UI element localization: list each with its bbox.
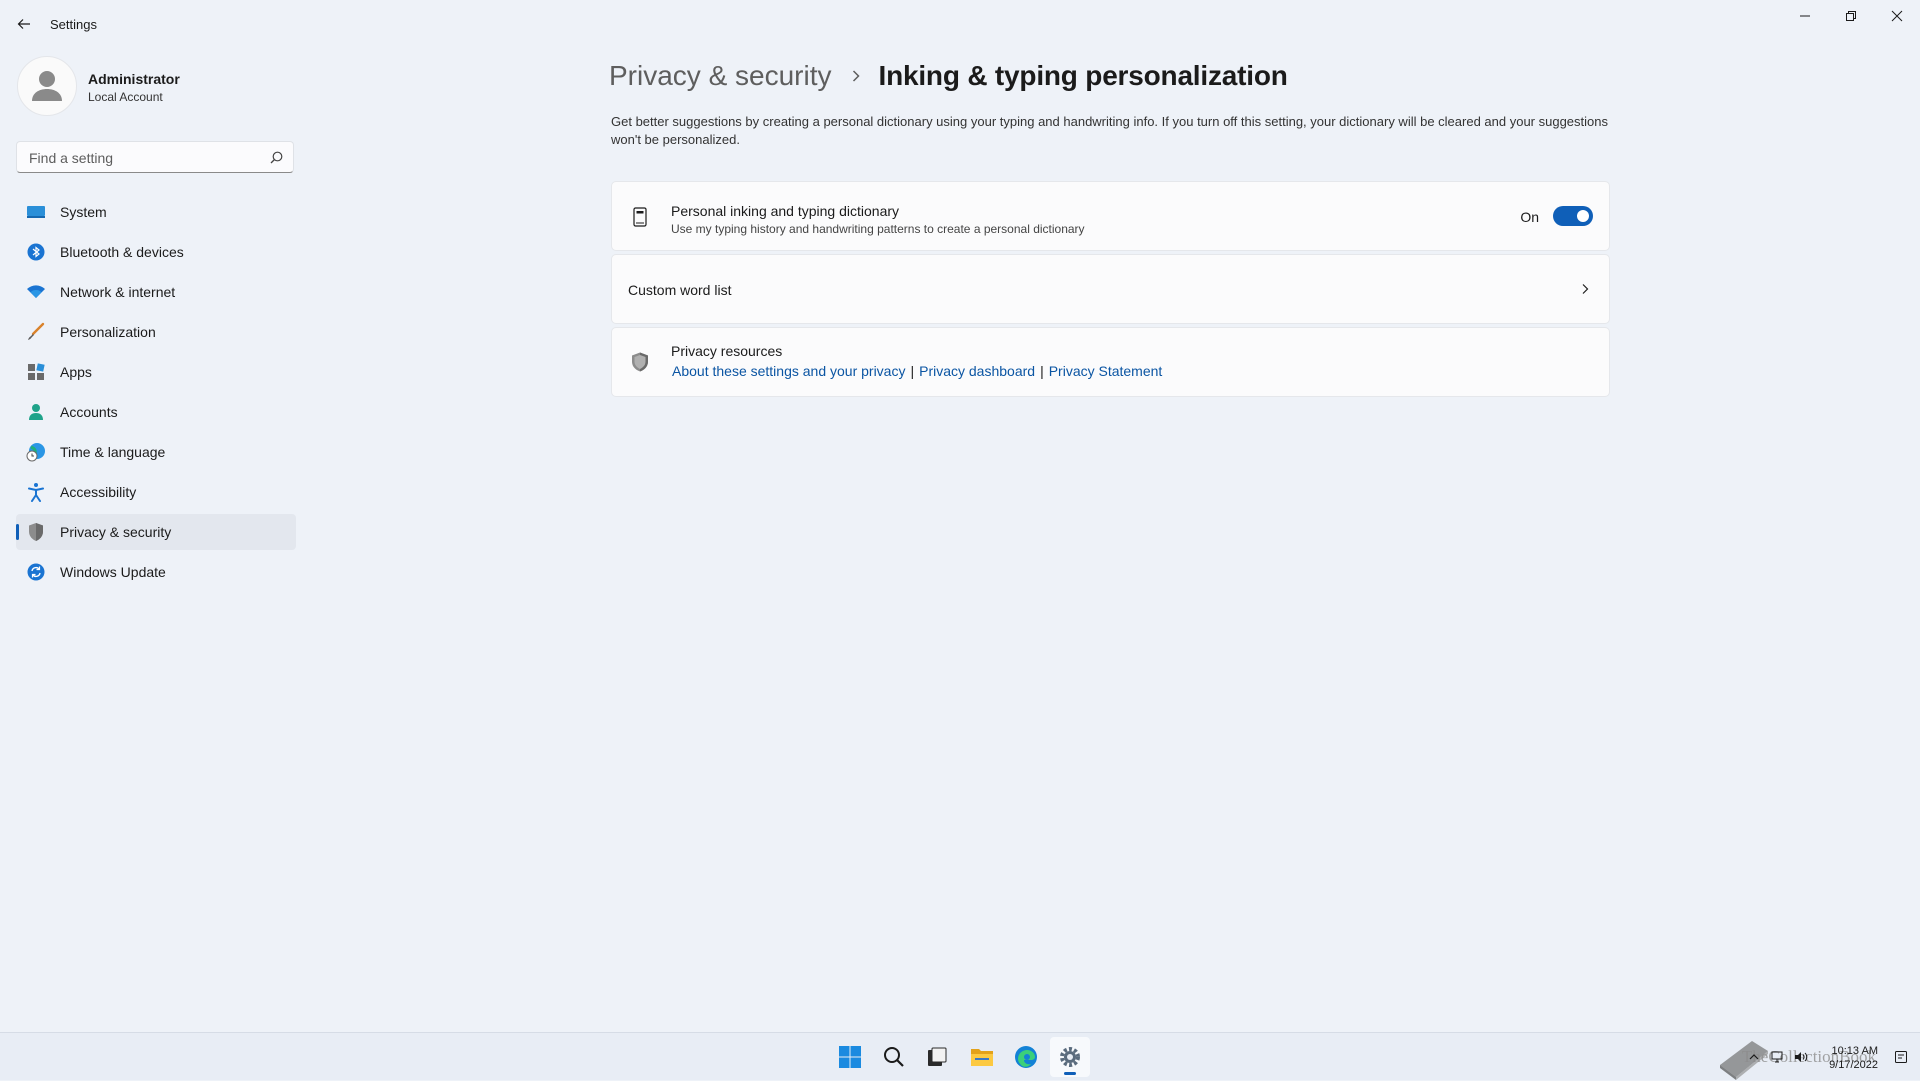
file-explorer-button[interactable] [962,1037,1002,1077]
minimize-icon [1800,15,1810,17]
globe-clock-icon [26,442,46,462]
chevron-right-icon [1582,284,1589,294]
start-icon [839,1046,861,1068]
task-view-button[interactable] [917,1037,957,1077]
search-icon [884,1047,904,1067]
sidebar-item-accounts[interactable]: Accounts [16,394,296,430]
user-profile[interactable]: Administrator Local Account [17,56,297,116]
sidebar-item-label: Personalization [60,324,156,340]
chevron-up-icon [1749,1054,1759,1060]
settings-taskbar-button[interactable] [1050,1037,1090,1077]
start-button[interactable] [830,1037,870,1077]
taskbar: TheCollectionBook 10:13 AM 9/17/2022 [0,1032,1920,1080]
chevron-right-icon [852,70,860,82]
taskbar-search-button[interactable] [874,1037,914,1077]
user-avatar-icon [32,71,62,101]
sidebar-item-label: Bluetooth & devices [60,244,184,260]
sidebar-item-windows-update[interactable]: Windows Update [16,554,296,590]
privacy-resources-card: Privacy resources About these settings a… [611,327,1610,397]
settings-icon [1060,1047,1080,1067]
page-title: Inking & typing personalization [878,60,1288,91]
close-button[interactable] [1874,0,1920,32]
back-button[interactable] [12,12,36,36]
active-app-indicator [1064,1072,1076,1075]
sidebar-item-privacy-security[interactable]: Privacy & security [16,514,296,550]
close-icon [1891,10,1903,22]
about-privacy-link[interactable]: About these settings and your privacy [672,363,905,379]
sidebar-item-network[interactable]: Network & internet [16,274,296,310]
clock[interactable]: 10:13 AM 9/17/2022 [1829,1044,1878,1072]
dictionary-toggle[interactable] [1553,206,1593,226]
link-separator: | [1040,363,1044,379]
dictionary-setting-title: Personal inking and typing dictionary [671,203,900,219]
sidebar-item-bluetooth[interactable]: Bluetooth & devices [16,234,296,270]
sidebar-item-label: Time & language [60,444,166,460]
sidebar-item-personalization[interactable]: Personalization [16,314,296,350]
person-icon [26,402,46,422]
custom-word-list-card[interactable]: Custom word list [611,254,1610,324]
sidebar-item-label: Accounts [60,404,118,420]
apps-icon [26,362,46,382]
privacy-resources-title: Privacy resources [671,343,783,359]
edge-icon [1015,1046,1037,1068]
network-status-button[interactable] [1770,1033,1784,1081]
update-icon [26,562,46,582]
avatar [17,56,77,116]
sidebar-item-label: System [60,204,107,220]
file-explorer-icon [971,1049,993,1066]
search-icon[interactable] [270,151,283,164]
profile-account-type: Local Account [88,90,163,104]
dictionary-icon [633,207,647,227]
settings-window: Settings Administrator Local Account Fin… [0,0,1920,1032]
wifi-icon [26,282,46,302]
privacy-statement-link[interactable]: Privacy Statement [1049,363,1163,379]
privacy-links: About these settings and your privacy | … [672,363,1162,379]
profile-name: Administrator [88,71,180,87]
back-arrow-icon [17,19,30,29]
toggle-state-label: On [1520,209,1539,225]
shield-icon [632,352,648,372]
dictionary-setting-card: Personal inking and typing dictionary Us… [611,181,1610,251]
volume-icon [1795,1052,1808,1062]
clock-time: 10:13 AM [1831,1045,1878,1057]
page-description: Get better suggestions by creating a per… [611,114,1608,147]
system-icon [26,202,46,222]
sidebar-item-apps[interactable]: Apps [16,354,296,390]
restore-icon [1846,11,1856,21]
sidebar-nav: System Bluetooth & devices Network & int… [16,194,296,594]
privacy-dashboard-link[interactable]: Privacy dashboard [919,363,1035,379]
clock-date: 9/17/2022 [1829,1059,1878,1071]
search-input[interactable] [27,142,261,174]
dictionary-setting-subtitle: Use my typing history and handwriting pa… [671,222,1085,236]
breadcrumb: Privacy & security Inking & typing perso… [609,56,1288,96]
network-icon [1771,1051,1783,1063]
title-bar: Settings [0,0,1920,48]
task-view-icon [928,1047,947,1066]
toggle-knob [1577,210,1589,222]
sidebar-item-label: Network & internet [60,284,176,300]
breadcrumb-parent-link[interactable]: Privacy & security [609,60,832,92]
minimize-button[interactable] [1782,0,1828,32]
shield-icon [26,522,46,542]
notification-icon [1895,1051,1907,1063]
sidebar-item-label: Privacy & security [60,524,172,540]
app-title: Settings [50,17,97,32]
sidebar-item-label: Accessibility [60,484,137,500]
sidebar-item-time-language[interactable]: Time & language [16,434,296,470]
volume-button[interactable] [1794,1033,1808,1081]
sidebar-item-accessibility[interactable]: Accessibility [16,474,296,510]
settings-search [16,141,294,174]
accessibility-icon [26,482,46,502]
sidebar-item-label: Apps [60,364,92,380]
notifications-button[interactable] [1894,1033,1908,1081]
restore-button[interactable] [1828,0,1874,32]
edge-button[interactable] [1006,1037,1046,1077]
tray-overflow-button[interactable] [1748,1033,1760,1081]
sidebar-item-label: Windows Update [60,564,166,580]
link-separator: | [910,363,915,379]
sidebar-item-system[interactable]: System [16,194,296,230]
brush-icon [26,322,46,342]
bluetooth-icon [26,242,46,262]
custom-word-list-label: Custom word list [628,282,732,298]
